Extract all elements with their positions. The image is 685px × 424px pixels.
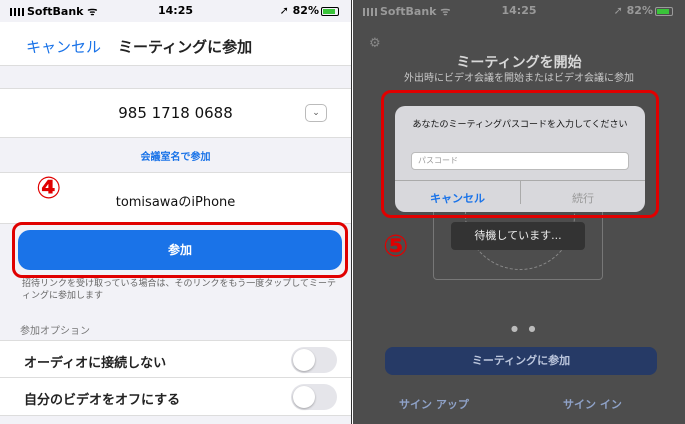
video-off-toggle[interactable] xyxy=(291,384,337,410)
invite-link-hint: 招待リンクを受け取っている場合は、そのリンクをもう一度タップしてミーティングに参… xyxy=(22,279,337,301)
waiting-toast: 待機しています... xyxy=(451,222,585,250)
battery-indicator: ➚ 82% xyxy=(280,4,339,17)
battery-percent: 82% xyxy=(626,4,653,17)
status-bar: SoftBank ᯤ 14:25 ➚ 82% xyxy=(0,0,351,22)
battery-icon xyxy=(321,6,339,16)
sign-in-link[interactable]: サイン イン xyxy=(563,396,622,412)
option-video-off: 自分のビデオをオフにする xyxy=(0,378,351,416)
highlight-box-join xyxy=(12,222,348,278)
start-title: ミーティングを開始 xyxy=(456,55,582,71)
option-no-audio: オーディオに接続しない xyxy=(0,340,351,378)
chevron-down-icon[interactable]: ⌄ xyxy=(305,104,327,122)
page-indicator-dots: ● ● xyxy=(511,324,540,333)
sign-up-link[interactable]: サイン アップ xyxy=(399,396,469,412)
battery-percent: 82% xyxy=(292,4,319,17)
step-marker-5: ⑤ xyxy=(383,229,409,264)
step-marker-4: ④ xyxy=(36,171,62,206)
gear-icon[interactable]: ⚙ xyxy=(369,36,381,51)
cancel-button[interactable]: キャンセル xyxy=(26,36,101,57)
join-by-room-name-link[interactable]: 会議室名で参加 xyxy=(0,148,351,163)
options-header: 参加オプション xyxy=(20,326,90,337)
meeting-id-value[interactable]: 985 1718 0688 xyxy=(0,104,351,122)
battery-indicator: ➚ 82% xyxy=(614,4,673,17)
navigation-bar: キャンセル ミーティングに参加 xyxy=(0,22,351,66)
start-meeting-screen: SoftBank ᯤ 14:25 ➚ 82% ⚙ ミーティングを開始 外出時にビ… xyxy=(353,0,685,424)
meeting-id-field[interactable]: 985 1718 0688 ⌄ xyxy=(0,88,351,138)
option-label: 自分のビデオをオフにする xyxy=(24,393,181,408)
highlight-box-dialog xyxy=(381,90,659,218)
start-subtitle: 外出時にビデオ会議を開始またはビデオ会議に参加 xyxy=(404,73,634,84)
status-bar: SoftBank ᯤ 14:25 ➚ 82% xyxy=(353,0,685,22)
page-title: ミーティングに参加 xyxy=(118,38,253,56)
option-label: オーディオに接続しない xyxy=(24,356,167,371)
battery-icon xyxy=(655,6,673,16)
join-meeting-button[interactable]: ミーティングに参加 xyxy=(385,347,657,375)
no-audio-toggle[interactable] xyxy=(291,347,337,373)
join-meeting-screen: SoftBank ᯤ 14:25 ➚ 82% キャンセル ミーティングに参加 9… xyxy=(0,0,352,424)
